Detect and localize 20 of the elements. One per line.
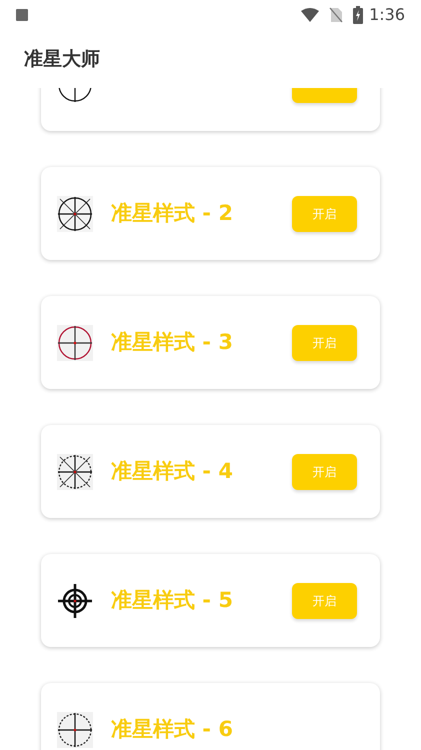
- style-title: 准星样式 - 4: [111, 458, 233, 485]
- crosshair-icon: [57, 454, 93, 490]
- notification-icon: [16, 9, 28, 21]
- battery-icon: [353, 6, 364, 24]
- style-title: 准星样式 - 6: [111, 716, 233, 743]
- enable-button[interactable]: 开启: [292, 454, 357, 490]
- enable-button[interactable]: 开启: [292, 324, 357, 360]
- style-title: 准星样式 - 5: [111, 586, 233, 614]
- crosshair-icon: [57, 712, 93, 748]
- app-title: 准星大师: [24, 46, 100, 72]
- crosshair-icon: [57, 582, 93, 618]
- enable-button[interactable]: 开启: [292, 582, 357, 618]
- crosshair-icon: [57, 196, 93, 232]
- no-sim-icon: [329, 7, 344, 23]
- status-time: 1:36: [369, 4, 405, 26]
- crosshair-icon: [57, 324, 93, 360]
- wifi-icon: [301, 8, 320, 22]
- style-title: 准星样式 - 2: [111, 200, 233, 227]
- enable-button[interactable]: 开启: [292, 196, 357, 232]
- style-title: 准星样式 - 3: [111, 328, 233, 356]
